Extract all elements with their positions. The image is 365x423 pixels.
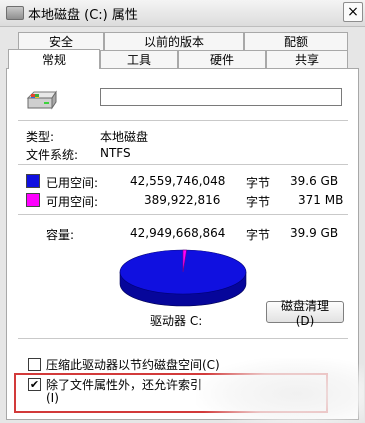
- capacity-label: 容量:: [46, 228, 75, 242]
- tab-quota[interactable]: 配额: [244, 32, 348, 50]
- used-space-swatch: [26, 174, 40, 188]
- capacity-size: 39.9 GB: [290, 226, 339, 240]
- tab-hardware[interactable]: 硬件: [178, 50, 266, 68]
- divider: [18, 120, 348, 121]
- tab-sharing[interactable]: 共享: [266, 50, 348, 68]
- free-space-size: 371 MB: [298, 193, 344, 207]
- compress-checkbox[interactable]: [28, 358, 41, 371]
- free-space-unit: 字节: [246, 195, 271, 209]
- divider: [18, 338, 348, 339]
- title-bar: 本地磁盘 (C:) 属性 ×: [0, 0, 365, 27]
- index-label: 除了文件属性外，还允许索引: [46, 378, 203, 392]
- capacity-bytes: 42,949,668,864: [130, 226, 226, 240]
- type-label: 类型:: [26, 130, 55, 144]
- volume-name-input[interactable]: [100, 88, 342, 106]
- free-space-bytes: 389,922,816: [144, 193, 221, 207]
- free-space-swatch: [26, 193, 40, 207]
- tab-security[interactable]: 安全: [18, 32, 104, 50]
- file-system-label: 文件系统:: [26, 148, 79, 162]
- tab-general[interactable]: 常规: [8, 49, 100, 69]
- tab-tools[interactable]: 工具: [100, 50, 178, 68]
- used-space-bytes: 42,559,746,048: [130, 174, 226, 188]
- compress-label: 压缩此驱动器以节约磁盘空间(C): [46, 358, 220, 372]
- type-value: 本地磁盘: [100, 130, 149, 144]
- index-label-hotkey: (I): [46, 391, 59, 405]
- used-space-size: 39.6 GB: [290, 174, 339, 188]
- used-space-label: 已用空间:: [46, 176, 99, 190]
- drive-icon: [6, 6, 24, 20]
- drive-letter-label: 驱动器 C:: [150, 314, 203, 328]
- divider: [18, 164, 348, 165]
- window-title: 本地磁盘 (C:) 属性: [28, 8, 138, 23]
- hard-drive-icon: [26, 90, 57, 110]
- disk-cleanup-button[interactable]: 磁盘清理(D): [266, 299, 344, 328]
- index-checkbox[interactable]: ✔: [28, 378, 41, 391]
- file-system-value: NTFS: [100, 146, 131, 160]
- capacity-unit: 字节: [246, 228, 271, 242]
- tab-previous-versions[interactable]: 以前的版本: [104, 32, 244, 50]
- watermark: [196, 358, 364, 423]
- close-button[interactable]: ×: [343, 2, 363, 22]
- free-space-label: 可用空间:: [46, 195, 99, 209]
- divider: [18, 214, 348, 215]
- disk-usage-pie: [118, 248, 248, 310]
- used-space-unit: 字节: [246, 176, 271, 190]
